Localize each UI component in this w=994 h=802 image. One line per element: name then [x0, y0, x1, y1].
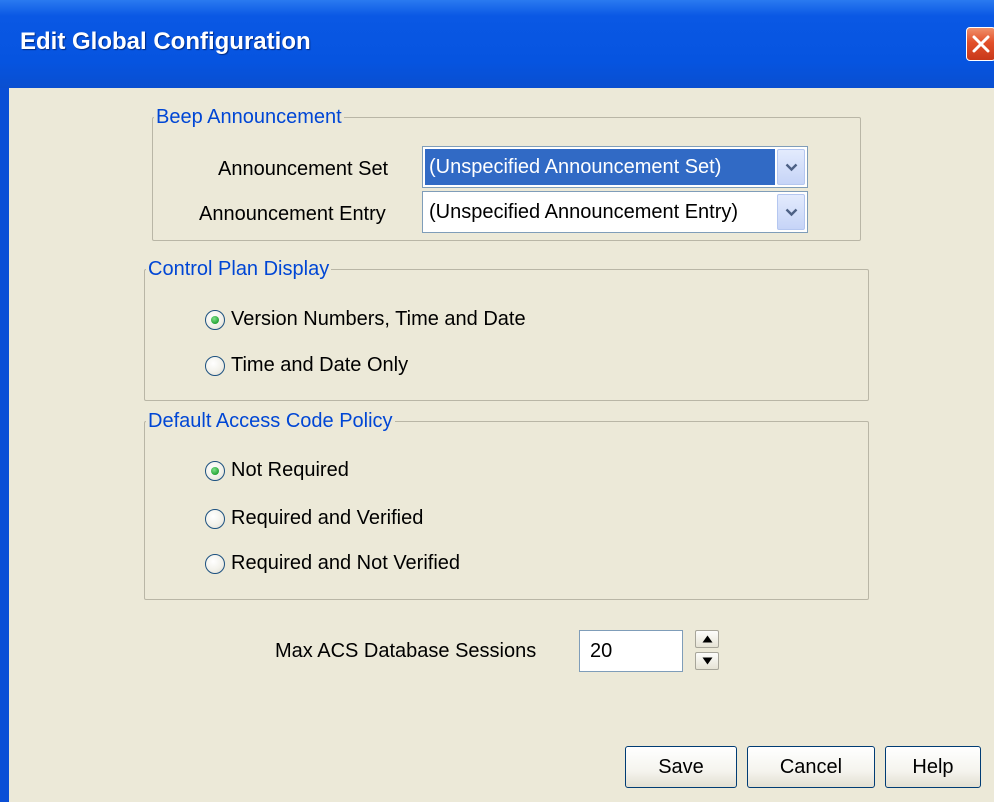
dialog-window: Edit Global Configuration Beep Announcem…: [0, 0, 994, 802]
beep-announcement-legend: Beep Announcement: [156, 106, 342, 128]
access-code-policy-legend: Default Access Code Policy: [148, 410, 393, 432]
dialog-body: Beep Announcement Announcement Set (Unsp…: [9, 88, 994, 802]
radio-button[interactable]: [205, 508, 225, 529]
title-bar[interactable]: Edit Global Configuration: [0, 0, 994, 88]
radio-not-required[interactable]: Not Required: [205, 459, 349, 482]
radio-button-selected[interactable]: [205, 460, 225, 481]
save-button[interactable]: Save: [625, 746, 737, 788]
control-plan-display-legend: Control Plan Display: [148, 258, 330, 280]
help-button[interactable]: Help: [885, 746, 981, 788]
radio-button-selected[interactable]: [205, 309, 225, 330]
arrow-down-icon: [702, 657, 713, 665]
radio-label: Required and Not Verified: [231, 552, 461, 574]
announcement-entry-dropdown-button[interactable]: [777, 194, 805, 230]
radio-label: Time and Date Only: [231, 354, 409, 376]
announcement-set-value: (Unspecified Announcement Set): [425, 149, 775, 185]
max-sessions-input[interactable]: 20: [579, 630, 683, 672]
announcement-entry-label: Announcement Entry: [199, 203, 386, 225]
close-button[interactable]: [966, 27, 994, 61]
cancel-button[interactable]: Cancel: [747, 746, 875, 788]
close-icon: [972, 35, 990, 53]
radio-button[interactable]: [205, 355, 225, 376]
window-title: Edit Global Configuration: [20, 28, 311, 55]
radio-time-date-only[interactable]: Time and Date Only: [205, 354, 408, 377]
announcement-entry-dropdown[interactable]: (Unspecified Announcement Entry): [422, 191, 808, 233]
announcement-set-dropdown[interactable]: (Unspecified Announcement Set): [422, 146, 808, 188]
arrow-up-icon: [702, 635, 713, 643]
chevron-down-icon: [785, 208, 798, 217]
spinner-up-button[interactable]: [695, 630, 719, 648]
radio-version-numbers-time-date[interactable]: Version Numbers, Time and Date: [205, 308, 526, 331]
spinner-down-button[interactable]: [695, 652, 719, 670]
radio-label: Version Numbers, Time and Date: [231, 308, 526, 330]
announcement-entry-value: (Unspecified Announcement Entry): [429, 201, 739, 223]
radio-label: Required and Verified: [231, 507, 424, 529]
radio-button[interactable]: [205, 553, 225, 574]
radio-label: Not Required: [231, 459, 349, 481]
radio-required-and-verified[interactable]: Required and Verified: [205, 507, 423, 530]
announcement-set-dropdown-button[interactable]: [777, 149, 805, 185]
radio-required-not-verified[interactable]: Required and Not Verified: [205, 552, 460, 575]
max-sessions-label: Max ACS Database Sessions: [275, 640, 537, 662]
chevron-down-icon: [785, 163, 798, 172]
announcement-set-label: Announcement Set: [218, 158, 389, 180]
